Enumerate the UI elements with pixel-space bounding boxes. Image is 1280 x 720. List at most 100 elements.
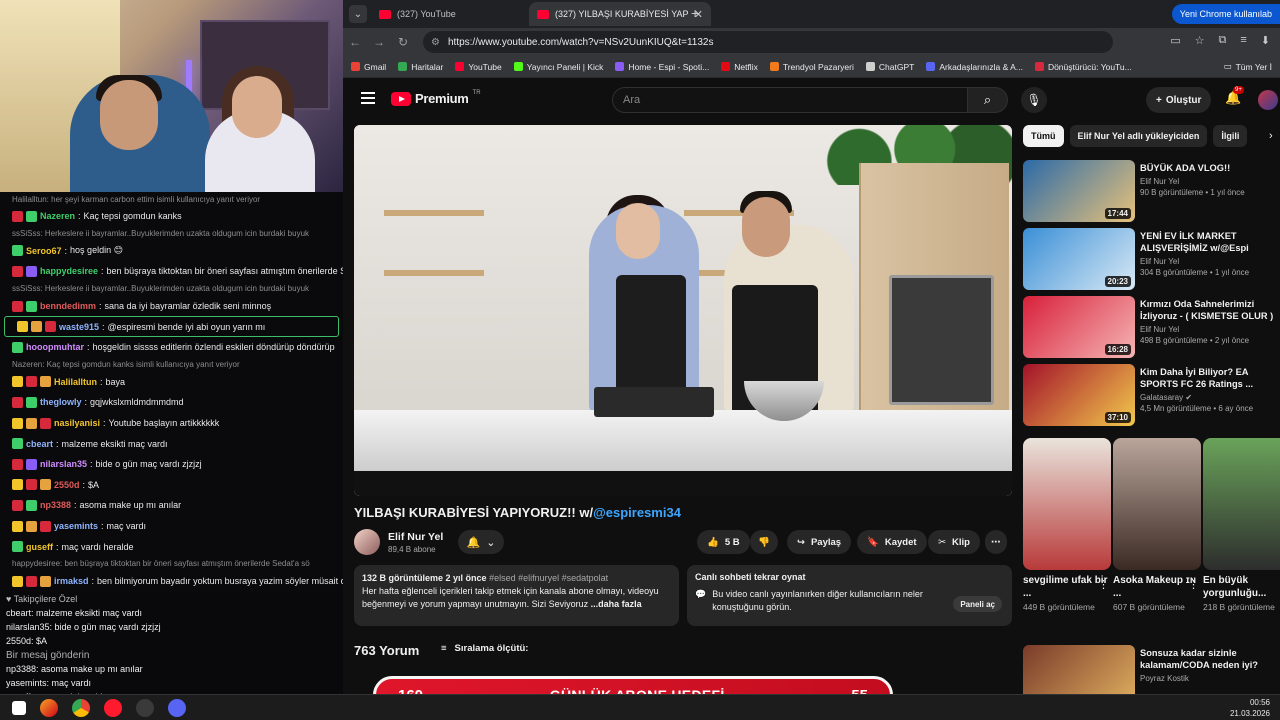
open-panel-button[interactable]: Paneli aç [953, 596, 1002, 612]
chat-username[interactable]: nasilyanisi [54, 418, 100, 428]
search-input[interactable]: Ara [612, 87, 968, 113]
chrome-update-button[interactable]: Yeni Chrome kullanılab [1171, 4, 1280, 24]
share-button[interactable]: ↪ Paylaş [787, 530, 852, 554]
bookmark-item[interactable]: Netflix [721, 62, 758, 72]
bookmark-star-icon[interactable]: ☆ [1195, 34, 1205, 47]
discord-icon[interactable] [168, 698, 186, 717]
video-player[interactable] [354, 125, 1012, 496]
cast-icon[interactable]: ▭ [1170, 34, 1180, 47]
sort-button[interactable]: ≡ Sıralama ölçütü: [441, 643, 528, 654]
bookmark-item[interactable]: Home - Espi - Spoti... [615, 62, 709, 72]
obs-icon[interactable] [136, 698, 154, 717]
short-title[interactable]: En büyük yorgunluğu... [1203, 574, 1280, 600]
video-thumbnail[interactable]: 37:10 [1023, 364, 1135, 426]
filter-chip[interactable]: Tümü [1023, 125, 1064, 147]
voice-search-button[interactable]: 🎙 [1021, 87, 1047, 113]
bookmark-item[interactable]: ChatGPT [865, 62, 914, 72]
chat-input[interactable]: Bir mesaj gönderin [0, 648, 343, 662]
address-bar[interactable]: ⚙ https://www.youtube.com/watch?v=NSv2Uu… [423, 31, 1113, 53]
more-actions-button[interactable]: ⋯ [985, 530, 1007, 554]
save-button[interactable]: 🔖 Kaydet [857, 530, 927, 554]
chat-username[interactable]: nilarslan35 [40, 459, 87, 469]
channel-avatar[interactable] [354, 529, 380, 555]
short-item[interactable]: sevgilime ufak bir ... 449 B görüntüleme ⋮ [1023, 438, 1111, 612]
chat-username[interactable]: theglowly [40, 397, 82, 407]
tab-search-button[interactable]: ⌄ [349, 5, 367, 23]
filter-chip[interactable]: İlgili [1213, 125, 1248, 147]
clip-button[interactable]: ✂ Klip [928, 530, 980, 554]
youtube-logo[interactable]: Premium TR [391, 90, 481, 106]
more-icon[interactable]: ⋮ [1098, 578, 1109, 591]
forward-icon[interactable]: → [367, 35, 391, 49]
menu-icon[interactable] [361, 92, 375, 104]
notifications-button[interactable]: 🔔 9+ [1225, 86, 1244, 106]
rec-title[interactable]: YENİ EV İLK MARKET ALIŞVERİŞİMİZ w/@Espi [1140, 230, 1280, 254]
rec-title[interactable]: Kim Daha İyi Biliyor? EA SPORTS FC 26 Ra… [1140, 366, 1280, 390]
short-thumbnail[interactable] [1113, 438, 1201, 570]
rec-channel[interactable]: Elif Nur Yel [1140, 257, 1280, 266]
chat-username[interactable]: benndedimm [40, 301, 96, 311]
channel-name[interactable]: Elif Nur Yel [388, 531, 443, 543]
back-icon[interactable]: ← [343, 35, 367, 49]
recommendation-item[interactable]: 16:28 Kırmızı Oda Sahnelerimizi İzliyoruz… [1023, 296, 1280, 360]
video-thumbnail[interactable]: 20:23 [1023, 228, 1135, 290]
opera-icon[interactable] [104, 698, 122, 717]
start-icon[interactable] [12, 700, 26, 715]
video-thumbnail[interactable]: 17:44 [1023, 160, 1135, 222]
rec-channel[interactable]: Galatasaray ✔ [1140, 393, 1280, 402]
tab-video[interactable]: (327) YILBAŞI KURABİYESİ YAPIYORUZ ✕ [529, 2, 711, 26]
chat-username[interactable]: waste915 [59, 322, 99, 332]
all-bookmarks-button[interactable]: ▭ Tüm Yer İ [1224, 61, 1280, 72]
dislike-button[interactable]: 👎 [750, 530, 778, 554]
bookmark-item[interactable]: YouTube [455, 62, 502, 72]
short-thumbnail[interactable] [1023, 438, 1111, 570]
bookmark-item[interactable]: Yayıncı Paneli | Kick [513, 62, 603, 72]
chat-username[interactable]: 2550d [54, 480, 80, 490]
new-tab-button[interactable]: + [691, 5, 699, 21]
chat-username[interactable]: np3388 [40, 500, 71, 510]
short-item[interactable]: Asoka Makeup ɪɴ ... 607 B görüntüleme ⋮ [1113, 438, 1201, 612]
show-more-link[interactable]: ...daha fazla [591, 599, 642, 609]
recommendation-item[interactable]: Sonsuza kadar sizinle kalamam/CODA neden… [1023, 645, 1280, 694]
chat-username[interactable]: happydesiree [40, 266, 98, 276]
short-thumbnail[interactable] [1203, 438, 1280, 570]
chevron-right-icon[interactable]: › [1269, 130, 1273, 142]
recommendation-item[interactable]: 20:23 YENİ EV İLK MARKET ALIŞVERİŞİMİZ w/… [1023, 228, 1280, 292]
chat-username[interactable]: Seroo67 [26, 246, 62, 256]
video-thumbnail[interactable] [1023, 645, 1135, 694]
rec-title[interactable]: Kırmızı Oda Sahnelerimizi İzliyoruz - ( … [1140, 298, 1280, 322]
chat-username[interactable]: Halilalltun [54, 377, 97, 387]
rec-channel[interactable]: Elif Nur Yel [1140, 325, 1280, 334]
chat-username[interactable]: irmaksd [54, 576, 89, 586]
bookmark-item[interactable]: Trendyol Pazaryeri [769, 62, 854, 72]
site-info-icon[interactable]: ⚙ [431, 37, 440, 48]
description-box[interactable]: 132 B görüntüleme 2 yıl önce #elsed #eli… [354, 565, 679, 626]
mention-link[interactable]: @espiresmi34 [593, 505, 681, 520]
reading-list-icon[interactable]: ≡ [1240, 34, 1246, 47]
hashtags[interactable]: #elsed #elifnuryel #sedatpolat [489, 573, 608, 583]
video-thumbnail[interactable]: 16:28 [1023, 296, 1135, 358]
filter-chip[interactable]: Elif Nur Yel adlı yükleyiciden [1069, 125, 1208, 147]
bookmark-item[interactable]: Haritalar [398, 62, 443, 72]
chat-username[interactable]: cbeart [26, 439, 53, 449]
rec-channel[interactable]: Poyraz Kostik [1140, 674, 1280, 683]
system-clock[interactable]: 00:56 21.03.2026 [1230, 697, 1270, 719]
download-icon[interactable]: ⬇ [1261, 34, 1270, 47]
rec-title[interactable]: Sonsuza kadar sizinle kalamam/CODA neden… [1140, 647, 1280, 671]
subscribed-bell-button[interactable]: 🔔 ⌄ [458, 530, 504, 554]
search-button[interactable]: ⌕ [968, 87, 1008, 113]
recommendation-item[interactable]: 37:10 Kim Daha İyi Biliyor? EA SPORTS FC … [1023, 364, 1280, 428]
firefox-icon[interactable] [40, 698, 58, 717]
extensions-icon[interactable]: ⧉ [1219, 34, 1227, 47]
chrome-icon[interactable] [72, 698, 90, 717]
recommendation-item[interactable]: 17:44 BÜYÜK ADA VLOG!! Elif Nur Yel 90 B gö… [1023, 160, 1280, 224]
bookmark-item[interactable]: Dönüştürücü: YouTu... [1034, 62, 1132, 72]
like-button[interactable]: 👍 5 B [697, 530, 750, 554]
chat-username[interactable]: guseff [26, 542, 53, 552]
create-button[interactable]: + Oluştur [1146, 87, 1212, 113]
short-item[interactable]: En büyük yorgunluğu...218 B görüntüleme⋮ [1203, 438, 1280, 612]
bookmark-item[interactable]: Arkadaşlarınızla & A... [926, 62, 1023, 72]
account-avatar[interactable] [1258, 90, 1278, 110]
rec-channel[interactable]: Elif Nur Yel [1140, 177, 1280, 186]
chat-username[interactable]: Nazeren [40, 211, 75, 221]
